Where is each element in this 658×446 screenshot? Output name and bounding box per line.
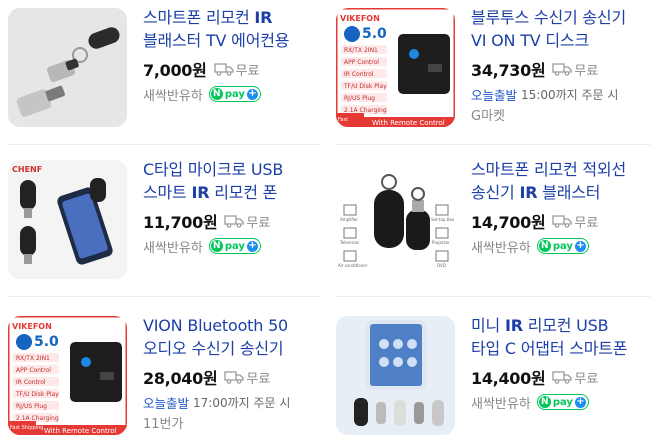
product-title[interactable]: 스마트폰 리모컨 적외선 송신기 IR 블래스터 [471, 158, 641, 204]
truck-icon [224, 215, 245, 228]
svg-text:5.0: 5.0 [34, 334, 59, 350]
svg-text:Air conditioner: Air conditioner [338, 263, 368, 268]
product-grid: 스마트폰 리모컨 IR 블래스터 TV 에어컨용 리모컨 7,000원 무료 새… [0, 0, 658, 446]
svg-text:CHENF: CHENF [12, 165, 42, 174]
svg-text:APP Control: APP Control [16, 367, 51, 374]
truck-icon [552, 63, 573, 76]
svg-text:2.1A Charging: 2.1A Charging [16, 415, 59, 422]
svg-text:Fast Shipping: Fast Shipping [10, 425, 43, 431]
shipping-label: 무료 [574, 371, 599, 387]
plus-icon: + [574, 240, 586, 252]
mall-name[interactable]: G마켓 [471, 105, 641, 124]
product-image[interactable]: VIKEFON 5.0 RX/TX 2IN1 APP Control IR Co… [8, 316, 127, 435]
svg-text:5.0: 5.0 [362, 26, 387, 42]
product-price: 11,700원 [143, 213, 218, 232]
svg-text:Projector: Projector [432, 240, 450, 245]
product-image[interactable] [8, 8, 127, 127]
product-card[interactable]: CHENF C타입 마이크로 USB 스마트 IR 리모컨 폰 적외선 11,7… [0, 152, 320, 282]
seller-name[interactable]: 새싹반유하 [143, 237, 203, 256]
product-title[interactable]: VION Bluetooth 50 오디오 수신기 송신기 어댑터 [143, 314, 313, 360]
product-image[interactable]: VIKEFON 5.0 RX/TX 2IN1 APP Control IR Co… [336, 8, 455, 127]
divider [8, 144, 320, 145]
svg-text:IR Control: IR Control [344, 71, 374, 78]
product-title[interactable]: 블루투스 수신기 송신기 VI ON TV 디스크 [471, 6, 641, 52]
shipping-label: 무료 [246, 215, 271, 231]
divider [336, 144, 650, 145]
svg-text:Television: Television [339, 240, 360, 245]
product-card[interactable]: 미니 IR 리모컨 USB 타입 C 어댑터 스마트폰 14,400원 무료 새… [328, 308, 648, 438]
npay-badge: Npay + [536, 394, 589, 410]
product-image[interactable] [336, 316, 455, 435]
product-card[interactable]: 스마트폰 리모컨 IR 블래스터 TV 에어컨용 리모컨 7,000원 무료 새… [0, 0, 320, 130]
svg-text:RX/TX 2IN1: RX/TX 2IN1 [16, 355, 50, 362]
npay-badge: Npay + [208, 238, 261, 254]
npay-n-icon: N [538, 240, 551, 252]
svg-text:DVD: DVD [437, 263, 446, 268]
product-card[interactable]: VIKEFON 5.0 RX/TX 2IN1 APP Control IR Co… [328, 0, 648, 130]
svg-text:Set-top Box: Set-top Box [431, 217, 455, 222]
npay-badge: Npay + [536, 238, 589, 254]
truck-icon [552, 215, 573, 228]
seller-name[interactable]: 새싹반유하 [143, 85, 203, 104]
svg-text:With Remote Control: With Remote Control [372, 119, 445, 127]
shipping-label: 무료 [235, 63, 260, 79]
svg-text:Amplifier: Amplifier [340, 217, 358, 222]
npay-n-icon: N [210, 240, 223, 252]
plus-icon: + [574, 396, 586, 408]
shipping-label: 무료 [574, 63, 599, 79]
truck-icon [552, 371, 573, 384]
seller-name[interactable]: 새싹반유하 [471, 393, 531, 412]
brand-text: VIKEFON [340, 14, 380, 23]
product-price: 7,000원 [143, 61, 207, 80]
plus-icon: + [246, 240, 258, 252]
today-shipping-label: 오늘출발 [471, 87, 518, 103]
product-price: 14,700원 [471, 213, 546, 232]
today-shipping-label: 오늘출발 [143, 395, 190, 411]
svg-text:IR Control: IR Control [16, 379, 46, 386]
svg-text:APP Control: APP Control [344, 59, 379, 66]
mall-name[interactable]: 11번가 [143, 413, 313, 432]
product-title[interactable]: 미니 IR 리모컨 USB 타입 C 어댑터 스마트폰 [471, 314, 641, 360]
svg-text:RJ/US Plug: RJ/US Plug [344, 95, 375, 102]
svg-text:Fast: Fast [338, 117, 348, 123]
divider [336, 296, 650, 297]
svg-text:RX/TX 2IN1: RX/TX 2IN1 [344, 47, 378, 54]
shipping-label: 무료 [246, 371, 271, 387]
svg-text:VIKEFON: VIKEFON [12, 322, 52, 331]
svg-text:2.1A Charging: 2.1A Charging [344, 107, 387, 114]
plus-icon: + [246, 88, 258, 100]
npay-n-icon: N [538, 396, 551, 408]
truck-icon [213, 63, 234, 76]
shipping-label: 무료 [574, 215, 599, 231]
order-deadline: 17:00까지 주문 시 [193, 395, 291, 410]
product-title[interactable]: 스마트폰 리모컨 IR 블래스터 TV 에어컨용 리모컨 [143, 6, 313, 52]
seller-name[interactable]: 새싹반유하 [471, 237, 531, 256]
truck-icon [224, 371, 245, 384]
order-deadline: 15:00까지 주문 시 [521, 87, 619, 102]
product-image[interactable]: Amplifier Television Air conditioner Set… [336, 160, 455, 279]
npay-n-icon: N [210, 88, 223, 100]
product-card[interactable]: Amplifier Television Air conditioner Set… [328, 152, 648, 282]
product-price: 14,400원 [471, 369, 546, 388]
npay-badge: Npay + [208, 86, 261, 102]
product-image[interactable]: CHENF [8, 160, 127, 279]
svg-text:RJ/US Plug: RJ/US Plug [16, 403, 47, 410]
svg-text:TF/U Disk Play: TF/U Disk Play [343, 83, 387, 90]
svg-text:TF/U Disk Play: TF/U Disk Play [15, 391, 59, 398]
svg-text:With Remote Control: With Remote Control [44, 427, 117, 435]
product-price: 34,730원 [471, 61, 546, 80]
product-title[interactable]: C타입 마이크로 USB 스마트 IR 리모컨 폰 적외선 [143, 158, 313, 204]
product-card[interactable]: VIKEFON 5.0 RX/TX 2IN1 APP Control IR Co… [0, 308, 320, 438]
divider [8, 296, 320, 297]
product-price: 28,040원 [143, 369, 218, 388]
